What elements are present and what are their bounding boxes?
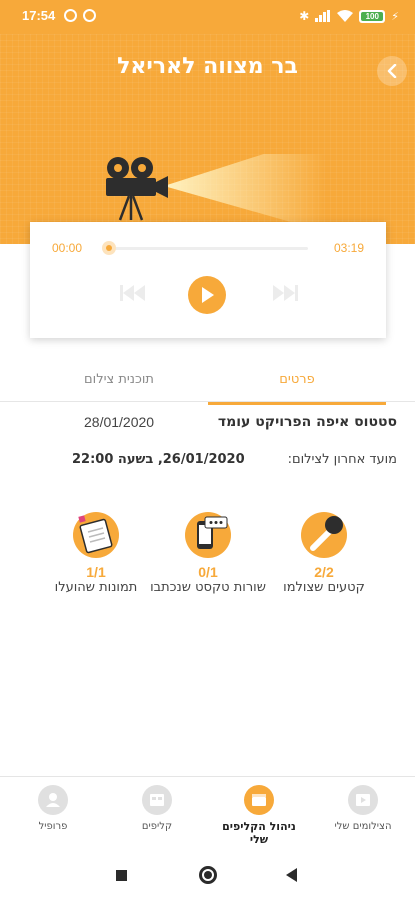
- nav-profile[interactable]: פרופיל: [8, 785, 98, 833]
- stat-uploaded-photos: 1/1 תמונות שהועלו: [36, 512, 156, 596]
- notification-icon: [83, 9, 96, 22]
- current-time: 00:00: [52, 241, 83, 255]
- status-date: 28/01/2020: [84, 414, 155, 430]
- phone-chat-icon: [185, 512, 231, 558]
- skip-previous-icon[interactable]: [120, 284, 146, 302]
- nav-label: קליפים: [141, 821, 173, 832]
- bluetooth-icon: ✱: [299, 9, 310, 23]
- battery-level: 100: [361, 11, 384, 21]
- audio-player: 00:00 03:19: [30, 222, 386, 338]
- progress-knob[interactable]: [102, 241, 116, 255]
- charging-icon: ⚡: [391, 9, 399, 23]
- tabs: פרטים תוכנית צילום: [30, 365, 386, 405]
- chevron-left-icon: [387, 64, 397, 78]
- status-bar: 17:54 ✱ 100 ⚡: [0, 0, 415, 34]
- battery-icon: 100: [359, 9, 386, 23]
- clip-manage-icon: [244, 785, 274, 815]
- stat-text-lines: 0/1 שורות טקסט שנכתבו: [148, 512, 268, 596]
- video-library-icon: [348, 785, 378, 815]
- progress-track[interactable]: [108, 247, 308, 250]
- signal-icon: [315, 10, 331, 22]
- duration: 03:19: [333, 241, 364, 255]
- nav-label: ניהול הקליפים שלי: [222, 820, 296, 846]
- status-label: סטטוס איפה הפרויקט עומד: [217, 414, 397, 430]
- back-button[interactable]: [377, 56, 407, 86]
- stat-label: שורות טקסט שנכתבו: [150, 580, 266, 595]
- deadline-row: מועד אחרון לצילום: 26/01/2020, בשעה 22:0…: [20, 452, 397, 474]
- notepad-icon: [73, 512, 119, 558]
- nav-label: הצילומים שלי: [334, 821, 392, 832]
- page-title: בר מצווה לאריאל: [117, 54, 298, 79]
- stat-count: 1/1: [86, 564, 106, 580]
- hero-banner: בר מצווה לאריאל: [0, 34, 415, 244]
- nav-manage-clips[interactable]: ניהול הקליפים שלי: [214, 785, 304, 846]
- stat-label: תמונות שהועלו: [54, 580, 138, 595]
- divider: [0, 401, 415, 402]
- nav-my-recordings[interactable]: הצילומים שלי: [318, 785, 408, 833]
- stat-label: קטעים שצולמו: [283, 580, 365, 595]
- deadline-label: מועד אחרון לצילום:: [287, 452, 397, 467]
- status-time: 17:54: [22, 8, 56, 23]
- wifi-icon: [337, 10, 354, 22]
- home-button[interactable]: [199, 866, 217, 884]
- system-back-button[interactable]: [286, 868, 297, 882]
- play-icon: [202, 287, 214, 303]
- tab-details[interactable]: פרטים: [208, 365, 386, 405]
- play-button[interactable]: [188, 276, 226, 314]
- stat-count: 2/2: [314, 564, 334, 580]
- deadline-value: 26/01/2020, בשעה 22:00: [72, 452, 245, 467]
- projector-icon: [106, 154, 326, 224]
- bottom-nav: הצילומים שלי ניהול הקליפים שלי קליפים פר…: [0, 776, 415, 854]
- clips-icon: [142, 785, 172, 815]
- profile-icon: [38, 785, 68, 815]
- status-row: סטטוס איפה הפרויקט עומד 28/01/2020: [20, 414, 397, 436]
- system-nav-bar: [0, 854, 415, 900]
- recents-button[interactable]: [116, 870, 127, 881]
- notification-icon: [64, 9, 77, 22]
- nav-clips[interactable]: קליפים: [112, 785, 202, 833]
- stat-count: 0/1: [198, 564, 218, 580]
- tab-schedule[interactable]: תוכנית צילום: [30, 365, 208, 405]
- skip-next-icon[interactable]: [272, 284, 298, 302]
- nav-label: פרופיל: [38, 821, 68, 832]
- stat-shot-segments: 2/2 קטעים שצולמו: [264, 512, 384, 596]
- microphone-icon: [301, 512, 347, 558]
